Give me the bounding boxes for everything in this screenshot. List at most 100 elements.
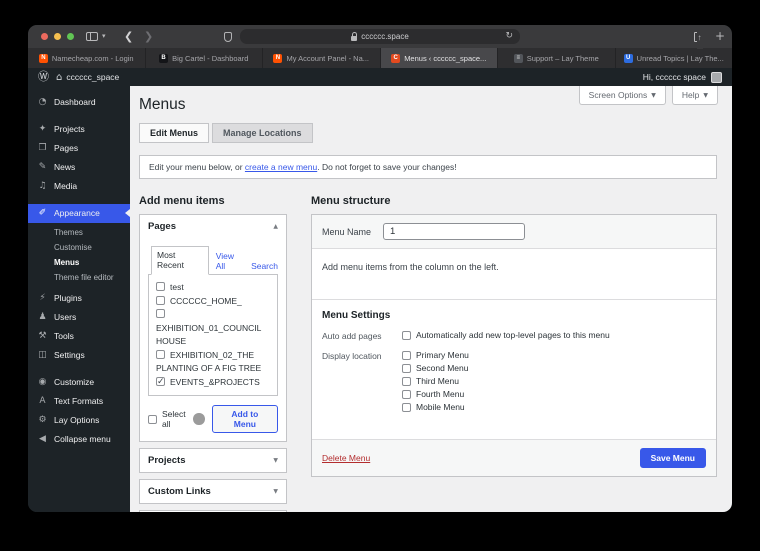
letter-a-icon: A [39, 396, 46, 406]
page-checkbox-item[interactable]: EXHIBITION_01_COUNCIL HOUSE [156, 309, 261, 346]
location-third-checkbox[interactable]: Third Menu [402, 376, 469, 386]
checkbox[interactable] [402, 402, 411, 412]
submenu-item-theme-file-editor[interactable]: Theme file editor [28, 270, 130, 285]
categories-panel-header[interactable]: Categories ▼ [140, 511, 286, 512]
checkbox[interactable] [156, 295, 165, 305]
dashboard-icon: ◔ [38, 97, 47, 107]
reload-icon[interactable]: ↻ [505, 29, 513, 44]
sidebar-toggle-icon[interactable] [86, 32, 98, 41]
chevron-down-icon[interactable]: ▾ [102, 25, 106, 48]
location-mobile-checkbox[interactable]: Mobile Menu [402, 402, 469, 412]
sidebar-item-text-formats[interactable]: A Text Formats [28, 392, 130, 411]
checkbox[interactable] [156, 375, 165, 388]
location-fourth-checkbox[interactable]: Fourth Menu [402, 389, 469, 399]
lock-icon [351, 31, 358, 41]
sidebar-item-users[interactable]: ♟ Users [28, 308, 130, 327]
checkbox[interactable] [402, 376, 411, 386]
add-to-menu-button[interactable]: Add to Menu [211, 405, 278, 433]
browser-tab-support[interactable]: ≡ Support – Lay Theme [498, 48, 616, 68]
page-checkbox-item[interactable]: test [156, 282, 184, 292]
admin-bar-site-link[interactable]: ⌂ cccccc_space [56, 72, 119, 83]
sidebar-item-projects[interactable]: ✦ Projects [28, 120, 130, 139]
zoom-window-button[interactable] [67, 33, 74, 40]
checkbox[interactable] [402, 363, 411, 373]
browser-tab-bigcartel[interactable]: B Big Cartel - Dashboard [145, 48, 263, 68]
page-checkbox-item[interactable]: CCCCCC_HOME_ [156, 295, 242, 306]
tab-view-all[interactable]: View All [216, 251, 244, 275]
submenu-item-themes[interactable]: Themes [28, 225, 130, 240]
custom-links-panel-header[interactable]: Custom Links ▼ [140, 480, 286, 503]
sidebar-item-lay-options[interactable]: ⚙ Lay Options [28, 411, 130, 430]
privacy-shield-icon[interactable] [224, 32, 232, 42]
projects-panel: Projects ▼ [139, 448, 287, 473]
browser-tab-namecheap[interactable]: N Namecheap.com - Login [28, 48, 146, 68]
pages-checklist: test CCCCCC_HOME_ EXHIBITION_01_COUNCIL … [148, 274, 278, 396]
empty-menu-hint: Add menu items from the column on the le… [312, 249, 716, 300]
loading-spinner [193, 413, 205, 425]
minimize-window-button[interactable] [54, 33, 61, 40]
tab-most-recent[interactable]: Most Recent [151, 246, 209, 275]
wordpress-logo-icon[interactable]: Ⓦ [38, 68, 49, 86]
browser-tab-menus-active[interactable]: C Menus ‹ cccccc_space... [380, 48, 498, 68]
sidebar-item-plugins[interactable]: ⚡ Plugins [28, 289, 130, 308]
new-tab-icon[interactable]: + [715, 25, 725, 48]
menu-name-input[interactable] [383, 223, 526, 240]
notice-banner: Edit your menu below, or create a new me… [139, 155, 717, 179]
checkbox[interactable] [402, 389, 411, 399]
address-bar[interactable]: cccccc.space ↻ [240, 29, 520, 44]
checkbox[interactable] [402, 350, 411, 360]
plugin-icon: ⚡ [39, 293, 46, 303]
close-window-button[interactable] [41, 33, 48, 40]
sidebar-item-settings[interactable]: ◫ Settings [28, 346, 130, 365]
projects-panel-header[interactable]: Projects ▼ [140, 449, 286, 472]
add-menu-items-heading: Add menu items [139, 195, 225, 207]
sidebar-item-pages[interactable]: ❐ Pages [28, 139, 130, 158]
sidebar-item-tools[interactable]: ⚒ Tools [28, 327, 130, 346]
page-checkbox-item[interactable]: EVENTS_&PROJECTS [156, 375, 260, 388]
checkbox[interactable] [156, 309, 165, 318]
site-favicon: C [391, 53, 401, 63]
collapse-arrow-icon: ◀ [39, 434, 46, 444]
sidebar-item-collapse-menu[interactable]: ◀ Collapse menu [28, 430, 130, 449]
sidebar-item-customize[interactable]: ◉ Customize [28, 373, 130, 392]
select-all-checkbox[interactable]: Select all [148, 409, 193, 429]
location-second-checkbox[interactable]: Second Menu [402, 363, 469, 373]
pages-panel-header[interactable]: Pages ▲ [140, 215, 286, 238]
tab-edit-menus[interactable]: Edit Menus [139, 123, 210, 143]
page-checkbox-item[interactable]: EXHIBITION_02_THE PLANTING OF A FIG TREE [156, 349, 261, 373]
media-icon: ♫ [38, 181, 47, 191]
checkbox[interactable] [402, 330, 411, 340]
share-icon[interactable] [694, 26, 703, 49]
admin-bar-greeting[interactable]: Hi, cccccc space [643, 72, 706, 82]
help-button[interactable]: Help ▼ [671, 86, 718, 105]
browser-window: ▾ ❮ ❯ cccccc.space ↻ + ⊞ N Namecheap.com… [28, 25, 732, 512]
account-favicon: N [273, 53, 283, 63]
eye-icon: ◉ [38, 377, 47, 387]
forward-icon[interactable]: ❯ [144, 25, 153, 48]
screen-options-button[interactable]: Screen Options ▼ [578, 86, 666, 105]
checkbox[interactable] [156, 282, 165, 291]
location-primary-checkbox[interactable]: Primary Menu [402, 350, 469, 360]
avatar[interactable] [711, 71, 722, 83]
menu-settings-heading: Menu Settings [322, 310, 391, 321]
checkbox[interactable] [148, 414, 157, 424]
browser-tab-account-panel[interactable]: N My Account Panel - Na... [263, 48, 381, 68]
submenu-item-menus[interactable]: Menus [28, 255, 130, 270]
create-new-menu-link[interactable]: create a new menu [245, 162, 317, 172]
back-icon[interactable]: ❮ [124, 25, 133, 48]
sidebar-item-appearance[interactable]: ✐ Appearance [28, 204, 130, 223]
checkbox[interactable] [156, 349, 165, 359]
tab-manage-locations[interactable]: Manage Locations [212, 123, 313, 143]
expand-down-icon: ▼ [273, 488, 278, 495]
wp-admin-bar: Ⓦ ⌂ cccccc_space Hi, cccccc space [28, 68, 732, 86]
auto-add-pages-checkbox[interactable]: Automatically add new top-level pages to… [402, 330, 610, 340]
delete-menu-link[interactable]: Delete Menu [322, 453, 370, 463]
categories-panel: Categories ▼ [139, 510, 287, 512]
sidebar-item-media[interactable]: ♫ Media [28, 177, 130, 196]
sidebar-item-news[interactable]: ✎ News [28, 158, 130, 177]
save-menu-button[interactable]: Save Menu [639, 448, 706, 468]
submenu-item-customise[interactable]: Customise [28, 240, 130, 255]
browser-tab-unread-topics[interactable]: U Unread Topics | Lay The... [615, 48, 732, 68]
tab-search[interactable]: Search [251, 261, 278, 275]
sidebar-item-dashboard[interactable]: ◔ Dashboard [28, 93, 130, 112]
